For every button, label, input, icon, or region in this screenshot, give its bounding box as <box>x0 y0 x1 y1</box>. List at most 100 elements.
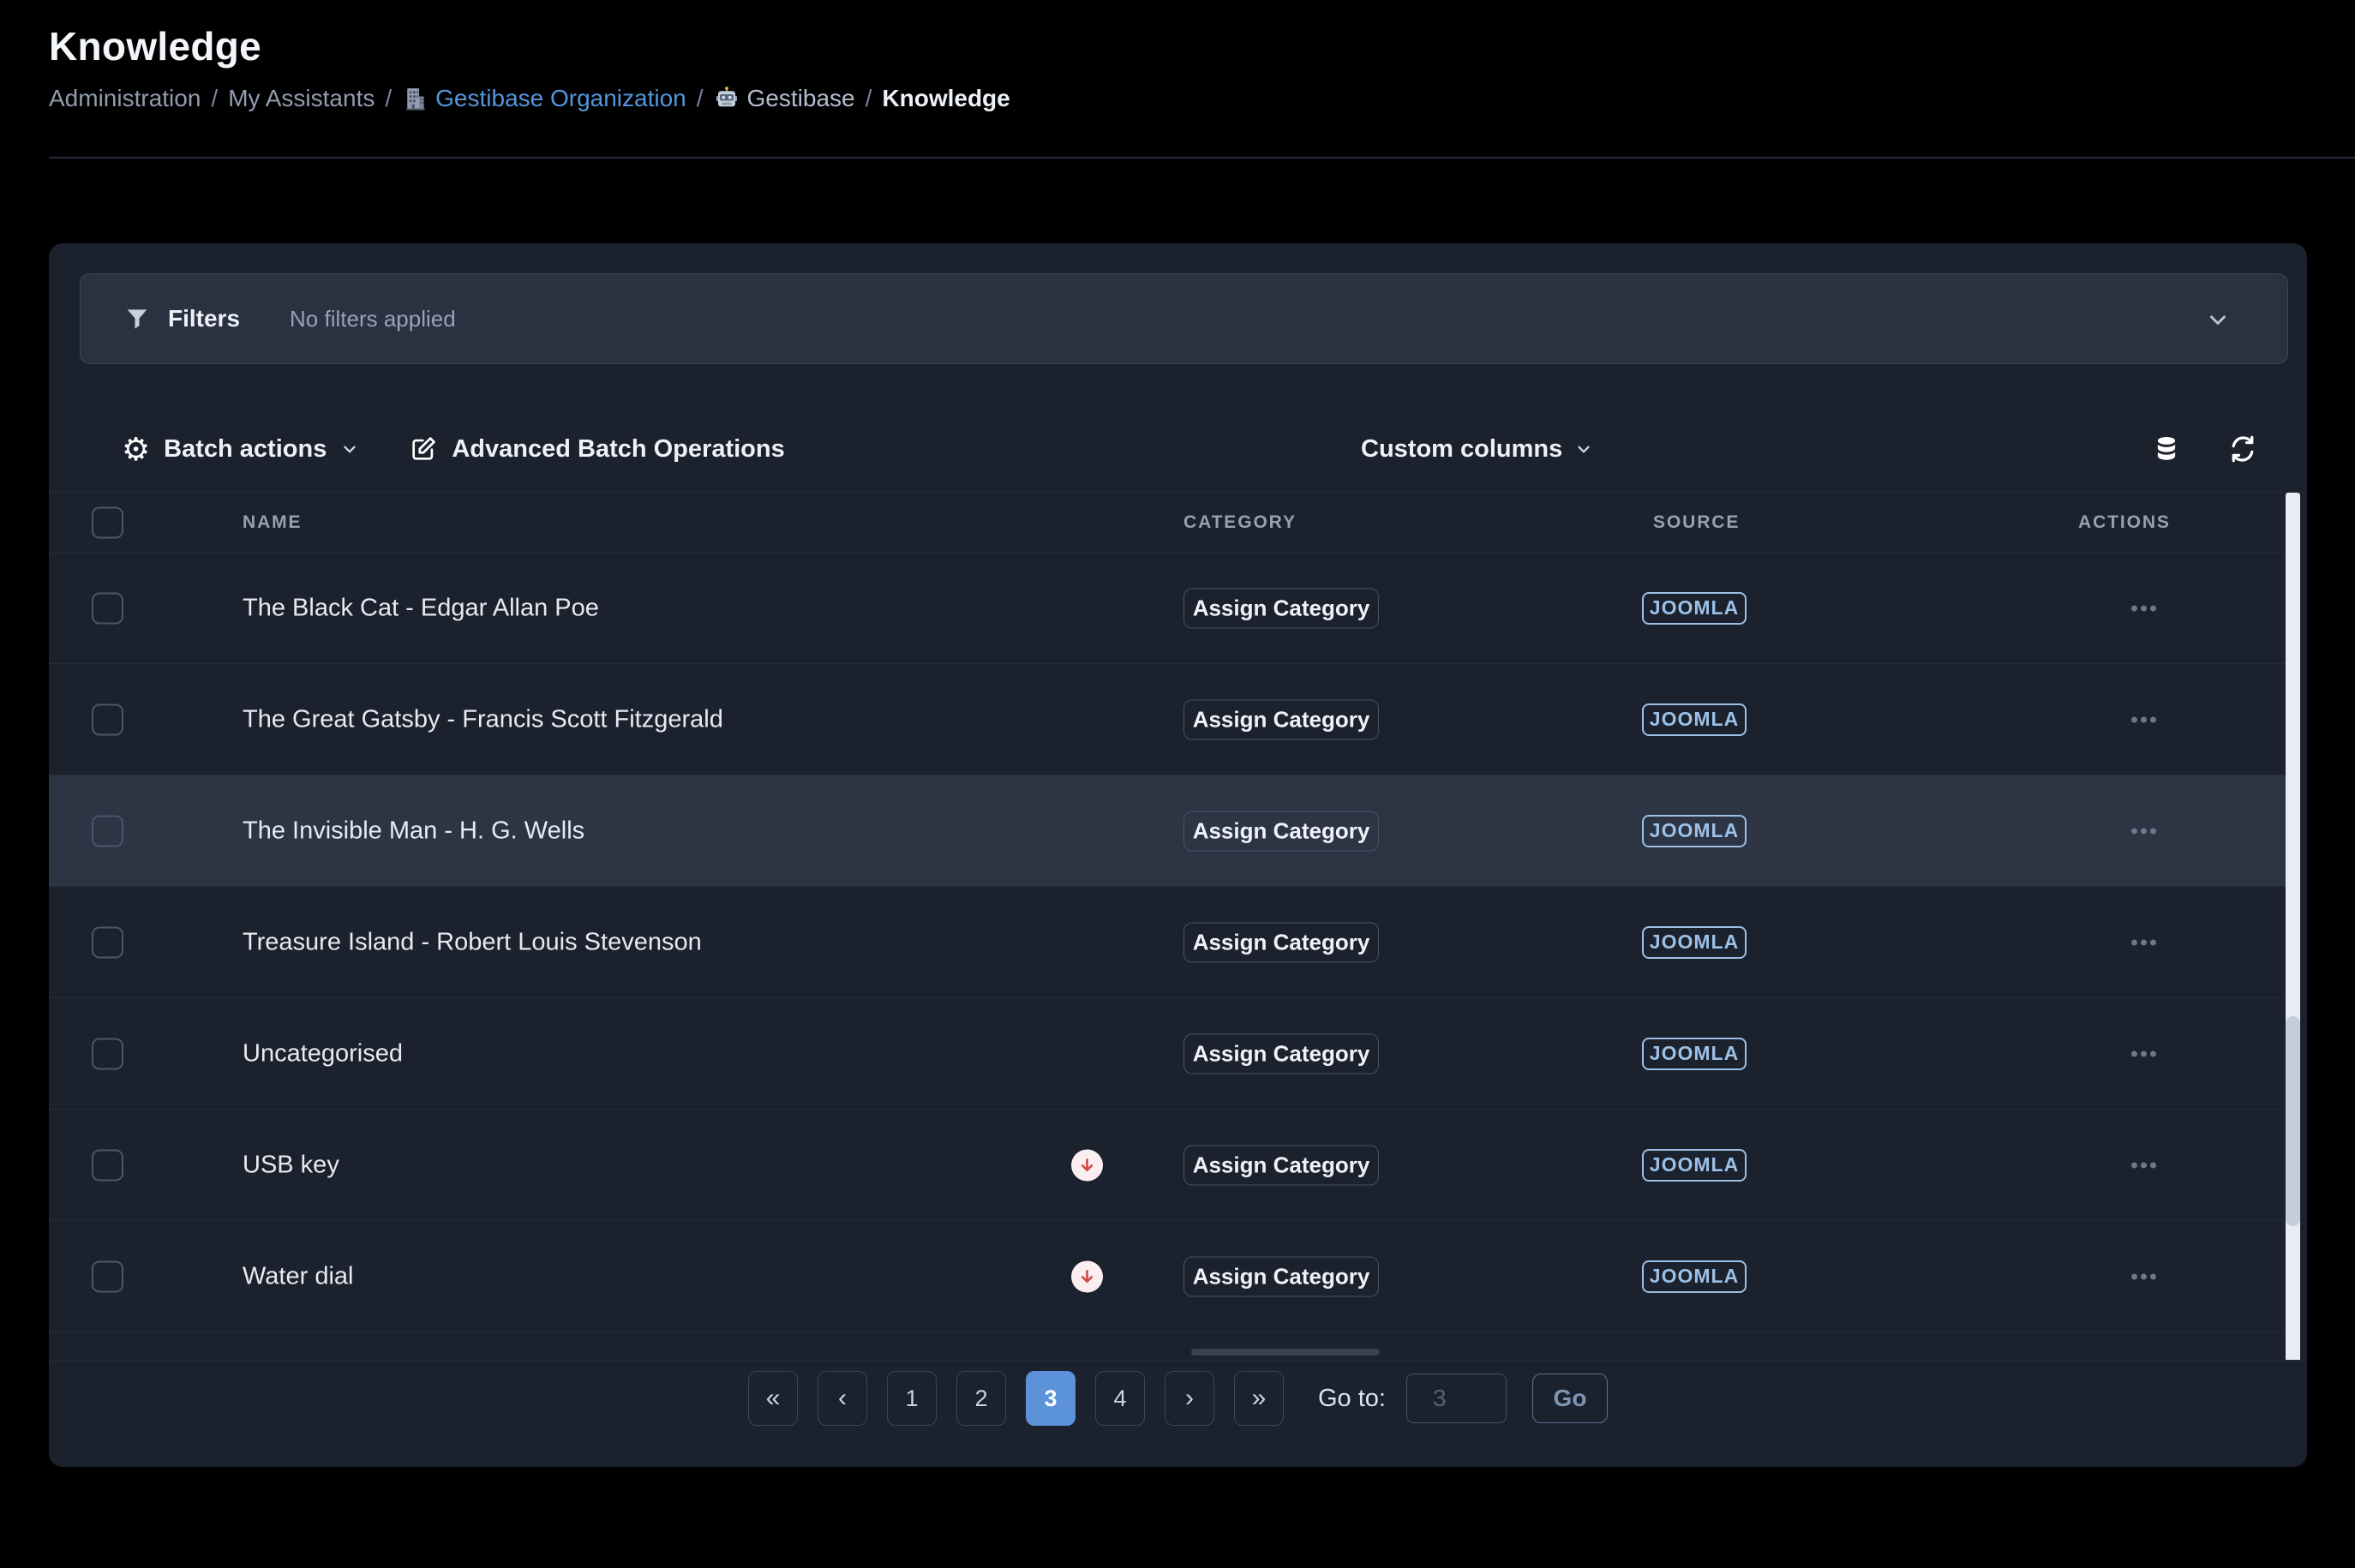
row-checkbox[interactable] <box>92 592 123 624</box>
source-badge: JOOMLA <box>1642 926 1747 959</box>
custom-columns-button[interactable]: Custom columns <box>1361 425 1593 473</box>
batch-actions-button[interactable]: ⚙ Batch actions <box>122 434 359 465</box>
table-partial-row <box>49 1332 2286 1361</box>
vertical-scrollbar-thumb[interactable] <box>2286 1016 2300 1226</box>
goto-label: Go to: <box>1318 1385 1386 1413</box>
row-checkbox[interactable] <box>92 703 123 735</box>
knowledge-card: Filters No filters applied ⚙ Batch actio… <box>49 243 2307 1467</box>
select-all-checkbox[interactable] <box>92 506 123 538</box>
page-button-3[interactable]: 3 <box>1026 1371 1076 1426</box>
table-header-row: NAME CATEGORY SOURCE ACTIONS <box>49 493 2286 553</box>
advanced-batch-operations-button[interactable]: Advanced Batch Operations <box>409 434 784 464</box>
assign-category-button[interactable]: Assign Category <box>1183 1256 1379 1296</box>
row-name: USB key <box>243 1151 339 1179</box>
vertical-scrollbar[interactable] <box>2286 493 2300 1361</box>
filters-bar[interactable]: Filters No filters applied <box>80 273 2288 364</box>
chevron-down-icon <box>2205 307 2231 332</box>
source-badge: JOOMLA <box>1642 592 1747 625</box>
gear-icon: ⚙ <box>122 434 150 465</box>
building-icon <box>402 86 428 111</box>
page-header: Knowledge Administration / My Assistants… <box>49 0 2355 112</box>
breadcrumb-separator: / <box>211 85 218 112</box>
table-row: The Great Gatsby - Francis Scott Fitzger… <box>49 664 2286 775</box>
horizontal-scrollbar-thumb[interactable] <box>1191 1349 1380 1356</box>
column-header-actions: ACTIONS <box>2078 512 2171 533</box>
assign-category-button[interactable]: Assign Category <box>1183 1033 1379 1074</box>
page-button-4[interactable]: 4 <box>1095 1371 1145 1426</box>
filters-label: Filters <box>168 305 240 332</box>
pagination: « ‹ 1234 › » Go to: Go <box>49 1371 2307 1426</box>
row-checkbox[interactable] <box>92 1260 123 1292</box>
source-badge: JOOMLA <box>1642 1260 1747 1293</box>
row-name: The Great Gatsby - Francis Scott Fitzger… <box>243 705 723 733</box>
toolbar-left: ⚙ Batch actions Advanced Batch Operation… <box>122 425 785 473</box>
red-down-arrow-icon <box>1071 1149 1103 1181</box>
table-row: Uncategorised Assign Category JOOMLA <box>49 998 2286 1110</box>
chevron-down-icon <box>1574 440 1593 458</box>
page-button-1[interactable]: 1 <box>887 1371 937 1426</box>
row-actions-button[interactable] <box>2126 1157 2161 1173</box>
column-header-source: SOURCE <box>1653 512 1740 533</box>
breadcrumb-current: Knowledge <box>882 85 1010 112</box>
row-actions-button[interactable] <box>2126 934 2161 950</box>
breadcrumb-my-assistants: My Assistants <box>228 85 375 112</box>
red-down-arrow-icon <box>1071 1260 1103 1292</box>
row-name: Water dial <box>243 1262 353 1290</box>
row-name: The Black Cat - Edgar Allan Poe <box>243 594 599 622</box>
row-checkbox[interactable] <box>92 815 123 847</box>
assign-category-button[interactable]: Assign Category <box>1183 1145 1379 1185</box>
assign-category-button[interactable]: Assign Category <box>1183 922 1379 962</box>
column-header-category: CATEGORY <box>1183 512 1297 533</box>
toolbar-icons <box>2153 425 2257 473</box>
row-actions-button[interactable] <box>2126 823 2161 839</box>
row-checkbox[interactable] <box>92 1038 123 1069</box>
row-checkbox[interactable] <box>92 1149 123 1181</box>
breadcrumb-assistant-link[interactable]: Gestibase <box>714 85 855 112</box>
refresh-icon[interactable] <box>2228 434 2257 464</box>
go-button[interactable]: Go <box>1532 1373 1608 1423</box>
page-button-2[interactable]: 2 <box>956 1371 1006 1426</box>
breadcrumb-separator: / <box>866 85 872 112</box>
table-body: The Black Cat - Edgar Allan Poe Assign C… <box>49 553 2307 1332</box>
assign-category-button[interactable]: Assign Category <box>1183 811 1379 851</box>
source-badge: JOOMLA <box>1642 815 1747 847</box>
row-name: Treasure Island - Robert Louis Stevenson <box>243 928 702 956</box>
first-page-button[interactable]: « <box>748 1371 798 1426</box>
chevron-down-icon <box>340 440 359 458</box>
breadcrumb-administration: Administration <box>49 85 201 112</box>
row-actions-button[interactable] <box>2126 711 2161 727</box>
table-row: The Black Cat - Edgar Allan Poe Assign C… <box>49 553 2286 664</box>
row-checkbox[interactable] <box>92 926 123 958</box>
previous-page-button[interactable]: ‹ <box>818 1371 867 1426</box>
source-badge: JOOMLA <box>1642 1038 1747 1070</box>
table-row: Water dial Assign Category JOOMLA <box>49 1221 2286 1332</box>
robot-icon <box>714 86 740 111</box>
pencil-square-icon <box>409 434 438 464</box>
next-page-button[interactable]: › <box>1165 1371 1214 1426</box>
table-row: USB key Assign Category JOOMLA <box>49 1110 2286 1221</box>
row-actions-button[interactable] <box>2126 1045 2161 1062</box>
table-row: The Invisible Man - H. G. Wells Assign C… <box>49 775 2286 887</box>
breadcrumb-organization-link[interactable]: Gestibase Organization <box>402 85 686 112</box>
assign-category-button[interactable]: Assign Category <box>1183 699 1379 739</box>
filters-status: No filters applied <box>290 306 456 332</box>
header-divider <box>49 157 2355 159</box>
page-buttons: 1234 <box>887 1371 1145 1426</box>
column-header-name: NAME <box>243 512 302 533</box>
row-actions-button[interactable] <box>2126 600 2161 616</box>
row-name: Uncategorised <box>243 1039 403 1068</box>
source-badge: JOOMLA <box>1642 1149 1747 1182</box>
breadcrumb-separator: / <box>385 85 392 112</box>
row-actions-button[interactable] <box>2126 1268 2161 1284</box>
table-row: Treasure Island - Robert Louis Stevenson… <box>49 887 2286 998</box>
funnel-icon <box>123 305 151 332</box>
page-title: Knowledge <box>49 23 2355 69</box>
row-name: The Invisible Man - H. G. Wells <box>243 817 584 845</box>
breadcrumb-separator: / <box>697 85 704 112</box>
breadcrumb: Administration / My Assistants / <box>49 85 2355 112</box>
goto-page-input[interactable] <box>1406 1373 1507 1423</box>
knowledge-table: NAME CATEGORY SOURCE ACTIONS The Black C… <box>49 492 2307 1361</box>
last-page-button[interactable]: » <box>1234 1371 1284 1426</box>
database-icon[interactable] <box>2153 435 2180 463</box>
assign-category-button[interactable]: Assign Category <box>1183 588 1379 628</box>
